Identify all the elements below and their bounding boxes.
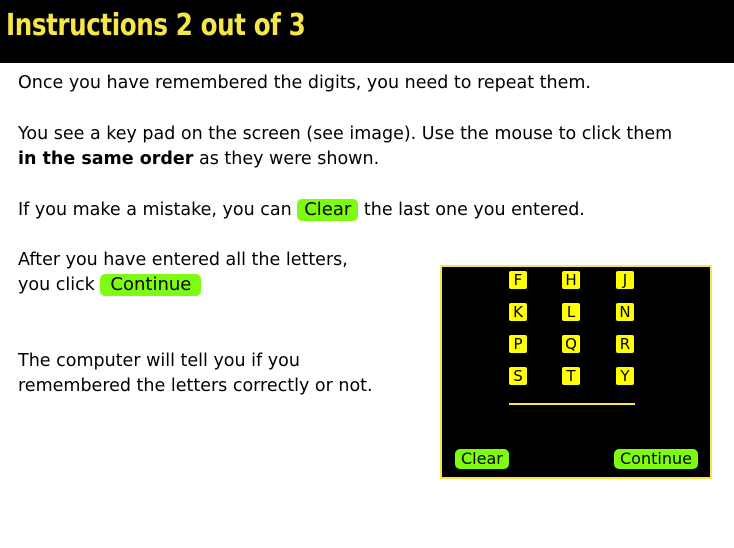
paragraph-3-before: If you make a mistake, you can [18, 200, 298, 220]
header-bar: Instructions 2 out of 3 [0, 0, 734, 63]
instruction-paragraph-1: Once you have remembered the digits, you… [18, 73, 591, 93]
keypad-continue-button: Continue [614, 449, 698, 469]
key-l: L [562, 303, 580, 321]
paragraph-5-line-1: The computer will tell you if you [18, 351, 300, 371]
key-r: R [616, 335, 634, 353]
key-j: J [616, 271, 634, 289]
paragraph-3-after: the last one you entered. [358, 200, 585, 220]
emphasis-text: in the same order [18, 149, 194, 169]
instruction-paragraph-2: You see a key pad on the screen (see ima… [18, 122, 672, 172]
key-t: T [562, 367, 580, 385]
continue-example-button: Continue [100, 274, 202, 296]
key-p: P [509, 335, 527, 353]
paragraph-4-line-1: After you have entered all the letters, [18, 250, 348, 270]
instruction-paragraph-3: If you make a mistake, you can Clear the… [18, 198, 585, 223]
keypad-clear-button: Clear [455, 449, 509, 469]
key-h: H [562, 271, 580, 289]
paragraph-2-line-1: You see a key pad on the screen (see ima… [18, 124, 673, 144]
key-n: N [616, 303, 634, 321]
instruction-paragraph-5: The computer will tell you if you rememb… [18, 349, 373, 399]
key-q: Q [562, 335, 580, 353]
instruction-paragraph-4: After you have entered all the letters, … [18, 248, 348, 298]
paragraph-5-line-2: remembered the letters correctly or not. [18, 376, 373, 396]
paragraph-2-line-2: in the same order as they were shown. [18, 147, 672, 172]
entry-line [509, 403, 635, 405]
keypad-example-image: F H J K L N P Q R S T Y Clear Continue [440, 265, 712, 479]
key-s: S [509, 367, 527, 385]
paragraph-4-lead: you click [18, 275, 101, 295]
page-title: Instructions 2 out of 3 [6, 8, 306, 43]
key-f: F [509, 271, 527, 289]
key-y: Y [616, 367, 634, 385]
clear-example-button: Clear [297, 199, 359, 221]
paragraph-2-rest: as they were shown. [193, 149, 380, 169]
paragraph-4-line-2: you click Continue [18, 273, 348, 298]
key-k: K [509, 303, 527, 321]
